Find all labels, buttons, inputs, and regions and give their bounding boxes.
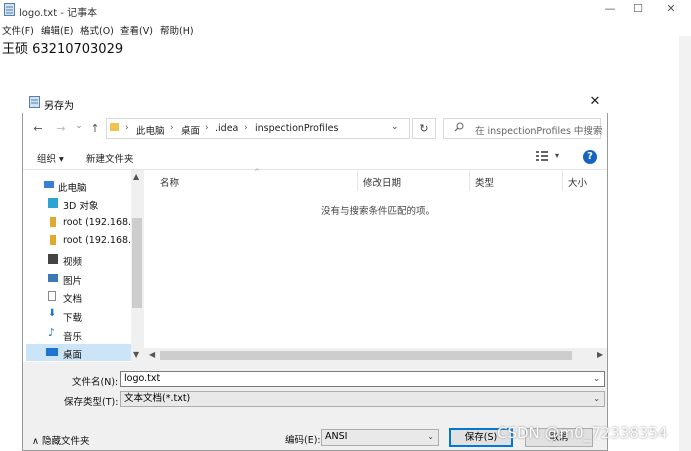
filetype-select[interactable]: 文本文档(*.txt) ⌄: [120, 391, 605, 407]
breadcrumb-separator[interactable]: ›: [244, 123, 248, 133]
download-icon: ⬇: [48, 308, 57, 319]
column-divider[interactable]: [469, 171, 470, 191]
menu-view[interactable]: 查看(V): [120, 23, 153, 37]
encoding-label: 编码(E):: [285, 435, 321, 446]
back-arrow-icon[interactable]: ←: [31, 122, 45, 135]
document-icon: [48, 291, 56, 301]
menu-edit[interactable]: 编辑(E): [41, 23, 73, 37]
notepad-icon: [29, 96, 40, 108]
notepad-icon: [4, 3, 15, 16]
new-folder-button[interactable]: 新建文件夹: [86, 151, 134, 165]
nav-item-network-drive-1[interactable]: root (192.168.1: [26, 214, 132, 231]
view-options-icon[interactable]: [535, 150, 549, 162]
folder-icon: [110, 123, 119, 131]
dialog-title: 另存为: [44, 101, 74, 112]
scroll-right-icon[interactable]: ▶: [597, 350, 603, 359]
breadcrumb-separator[interactable]: ›: [170, 123, 174, 133]
encoding-value: ANSI: [325, 431, 348, 442]
breadcrumb-idea[interactable]: .idea: [215, 123, 238, 134]
nav-pane-scroll-thumb[interactable]: [132, 218, 142, 308]
file-list-pane[interactable]: [144, 170, 607, 362]
column-header-name[interactable]: 名称: [160, 175, 179, 189]
nav-item-music[interactable]: ♪ 音乐: [26, 326, 132, 343]
filename-value: logo.txt: [124, 373, 161, 384]
empty-folder-message: 没有与搜索条件匹配的项。: [321, 206, 436, 217]
filename-dropdown-chevron-icon[interactable]: ⌄: [593, 372, 600, 386]
cube-icon: [48, 198, 58, 208]
menu-file[interactable]: 文件(F): [2, 23, 34, 37]
nav-item-pictures[interactable]: 图片: [26, 270, 132, 287]
encoding-select[interactable]: ANSI ⌄: [321, 429, 439, 446]
csdn-watermark: CSDN @m0_72338354: [497, 424, 668, 442]
help-button[interactable]: ?: [583, 150, 597, 164]
notepad-window-title: logo.txt - 记事本: [19, 8, 98, 19]
close-window-button[interactable]: ✕: [651, 2, 691, 18]
column-divider[interactable]: [562, 171, 563, 191]
nav-item-documents[interactable]: 文档: [26, 288, 132, 305]
nav-item-network-drive-2[interactable]: root (192.168.1: [26, 232, 132, 249]
column-header-type[interactable]: 类型: [475, 175, 494, 189]
column-divider[interactable]: [357, 171, 358, 191]
recent-locations-chevron-icon[interactable]: ⌄: [72, 121, 86, 131]
nav-item-downloads[interactable]: ⬇ 下载: [26, 307, 132, 324]
sort-indicator-icon: ^: [254, 168, 260, 176]
notepad-vertical-scrollbar[interactable]: [679, 36, 691, 451]
filetype-label: 保存类型(T):: [64, 397, 119, 408]
pictures-icon: [48, 274, 58, 282]
up-arrow-icon[interactable]: ↑: [88, 122, 102, 135]
nav-item-videos[interactable]: 视频: [26, 251, 132, 268]
address-dropdown-chevron-icon[interactable]: ⌄: [391, 122, 399, 132]
nav-item-desktop[interactable]: 桌面: [26, 344, 132, 361]
encoding-dropdown-chevron-icon[interactable]: ⌄: [427, 430, 434, 444]
refresh-button[interactable]: ↻: [412, 118, 436, 139]
nav-item-this-pc[interactable]: 此电脑: [26, 177, 132, 194]
filetype-value: 文本文档(*.txt): [124, 393, 191, 404]
network-drive-icon: [50, 235, 56, 245]
scroll-up-icon[interactable]: ▲: [133, 172, 139, 181]
search-icon: [454, 122, 464, 132]
menu-format[interactable]: 格式(O): [80, 23, 114, 37]
filename-label: 文件名(N):: [72, 377, 119, 388]
dialog-titlebar: [22, 91, 608, 113]
hide-folders-toggle[interactable]: ∧ 隐藏文件夹: [32, 433, 89, 447]
organize-menu-button[interactable]: 组织 ▾: [37, 151, 64, 165]
desktop-icon: [46, 348, 58, 356]
notepad-titlebar: [0, 0, 691, 20]
nav-item-3d-objects[interactable]: 3D 对象: [26, 195, 132, 212]
menu-help[interactable]: 帮助(H): [160, 23, 194, 37]
notepad-text-content[interactable]: 王硕 63210703029: [2, 38, 123, 57]
breadcrumb-separator[interactable]: ›: [205, 123, 209, 133]
video-icon: [48, 254, 58, 264]
filetype-dropdown-chevron-icon[interactable]: ⌄: [593, 392, 600, 406]
network-drive-icon: [50, 217, 56, 227]
dialog-close-button[interactable]: ✕: [586, 94, 604, 110]
scroll-left-icon[interactable]: ◀: [149, 350, 155, 359]
search-placeholder: 在 inspectionProfiles 中搜索: [475, 126, 603, 137]
breadcrumb-desktop[interactable]: 桌面: [181, 123, 200, 137]
computer-icon: [44, 181, 54, 188]
breadcrumb-separator: ›: [125, 123, 129, 133]
filename-input[interactable]: logo.txt ⌄: [120, 371, 605, 387]
scroll-down-icon[interactable]: ▼: [133, 350, 139, 359]
view-dropdown-icon[interactable]: ▾: [555, 151, 559, 160]
column-header-size[interactable]: 大小: [568, 175, 587, 189]
breadcrumb-inspection-profiles[interactable]: inspectionProfiles: [255, 123, 338, 134]
breadcrumb-this-pc[interactable]: 此电脑: [136, 123, 165, 137]
music-icon: ♪: [48, 326, 56, 339]
horizontal-scroll-thumb[interactable]: [160, 351, 572, 360]
forward-arrow-icon[interactable]: →: [54, 122, 68, 135]
column-header-date[interactable]: 修改日期: [363, 175, 401, 189]
